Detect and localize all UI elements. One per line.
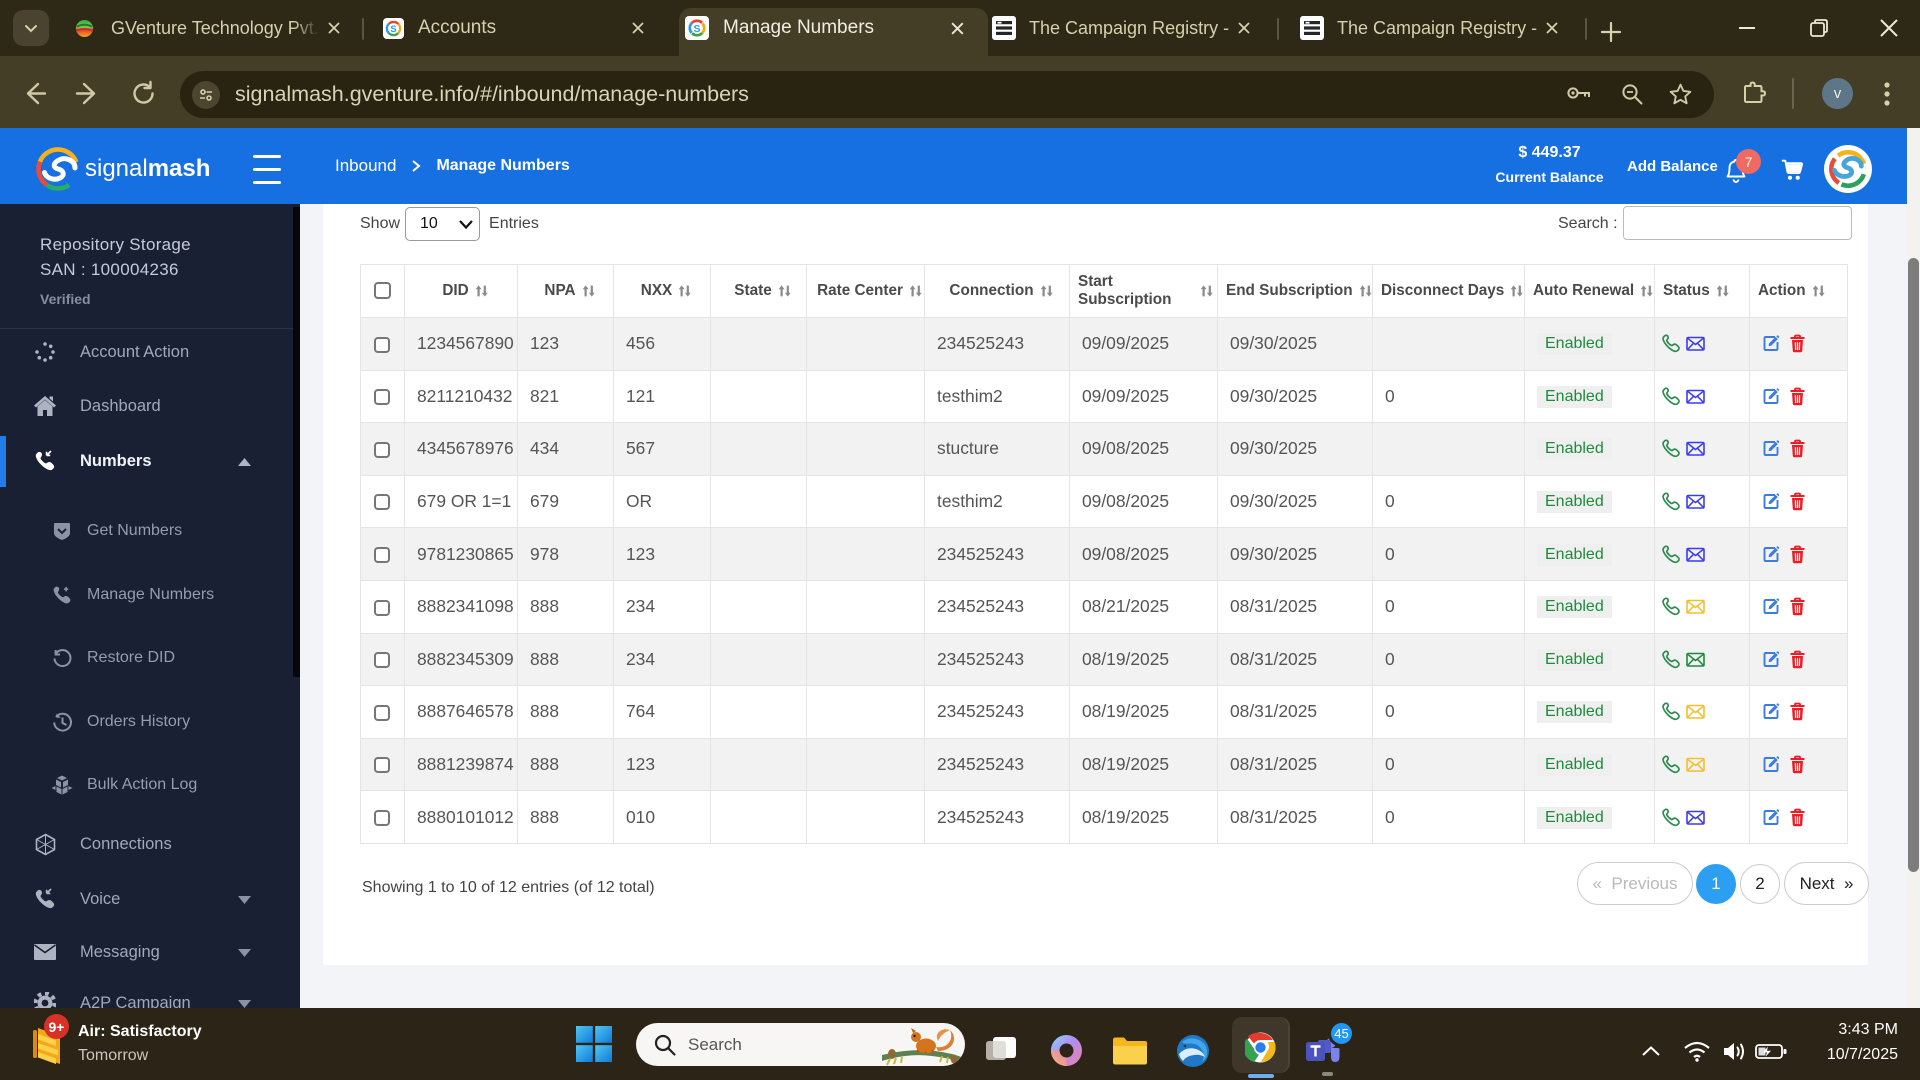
svg-text:S: S [693, 23, 700, 35]
svg-text:S: S [390, 23, 396, 34]
